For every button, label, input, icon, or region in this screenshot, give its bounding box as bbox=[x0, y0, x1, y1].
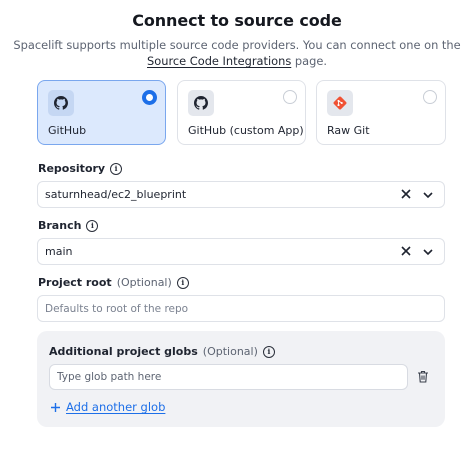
repository-value: saturnhead/ec2_blueprint bbox=[45, 188, 187, 201]
subtitle-suffix: page. bbox=[291, 54, 327, 68]
branch-label-text: Branch bbox=[38, 219, 82, 232]
page-subtitle: Spacelift supports multiple source code … bbox=[0, 37, 474, 69]
provider-label: Raw Git bbox=[327, 124, 370, 137]
subtitle-line-2: Source Code Integrations page. bbox=[0, 53, 474, 69]
add-another-glob-button[interactable]: Add another glob bbox=[50, 400, 165, 414]
additional-globs-panel: Additional project globs (Optional) i Ad… bbox=[37, 331, 445, 427]
provider-card-github-custom-app[interactable]: GitHub (custom App) bbox=[177, 80, 306, 145]
branch-select[interactable]: main bbox=[37, 238, 445, 265]
radio-raw-git[interactable] bbox=[423, 90, 437, 104]
info-icon[interactable]: i bbox=[262, 345, 275, 358]
info-icon[interactable]: i bbox=[86, 219, 99, 232]
info-icon[interactable]: i bbox=[176, 276, 189, 289]
project-root-label-text: Project root bbox=[38, 276, 112, 289]
repository-label: Repository i bbox=[38, 162, 123, 175]
branch-value: main bbox=[45, 245, 73, 258]
optional-tag: (Optional) bbox=[202, 345, 258, 358]
provider-card-raw-git[interactable]: Raw Git bbox=[316, 80, 446, 145]
provider-options: GitHub GitHub (custom App) Raw Git bbox=[37, 80, 446, 147]
provider-card-github[interactable]: GitHub bbox=[37, 80, 166, 145]
chevron-down-icon[interactable] bbox=[422, 189, 434, 201]
repository-label-text: Repository bbox=[38, 162, 106, 175]
plus-icon bbox=[51, 402, 60, 412]
github-icon bbox=[48, 90, 74, 116]
git-icon bbox=[327, 90, 353, 116]
chevron-down-icon[interactable] bbox=[422, 246, 434, 258]
radio-github-custom-app[interactable] bbox=[283, 90, 297, 104]
provider-label: GitHub bbox=[48, 124, 87, 137]
source-code-integrations-link[interactable]: Source Code Integrations bbox=[147, 54, 291, 68]
add-another-glob-label: Add another glob bbox=[66, 400, 166, 414]
clear-icon[interactable] bbox=[400, 188, 412, 200]
github-icon bbox=[188, 90, 214, 116]
project-root-label: Project root (Optional) i bbox=[38, 276, 189, 289]
project-root-input[interactable] bbox=[37, 295, 445, 322]
subtitle-text: Spacelift supports multiple source code … bbox=[13, 38, 461, 52]
glob-path-input[interactable] bbox=[49, 364, 408, 390]
branch-label: Branch i bbox=[38, 219, 99, 232]
info-icon[interactable]: i bbox=[110, 162, 123, 175]
repository-select[interactable]: saturnhead/ec2_blueprint bbox=[37, 181, 445, 208]
globs-label: Additional project globs (Optional) i bbox=[49, 345, 275, 358]
provider-label: GitHub (custom App) bbox=[188, 124, 304, 137]
clear-icon[interactable] bbox=[400, 245, 412, 257]
trash-icon[interactable] bbox=[417, 370, 429, 383]
globs-label-text: Additional project globs bbox=[49, 345, 198, 358]
radio-github[interactable] bbox=[142, 90, 157, 105]
optional-tag: (Optional) bbox=[116, 276, 172, 289]
page-title: Connect to source code bbox=[132, 11, 342, 30]
